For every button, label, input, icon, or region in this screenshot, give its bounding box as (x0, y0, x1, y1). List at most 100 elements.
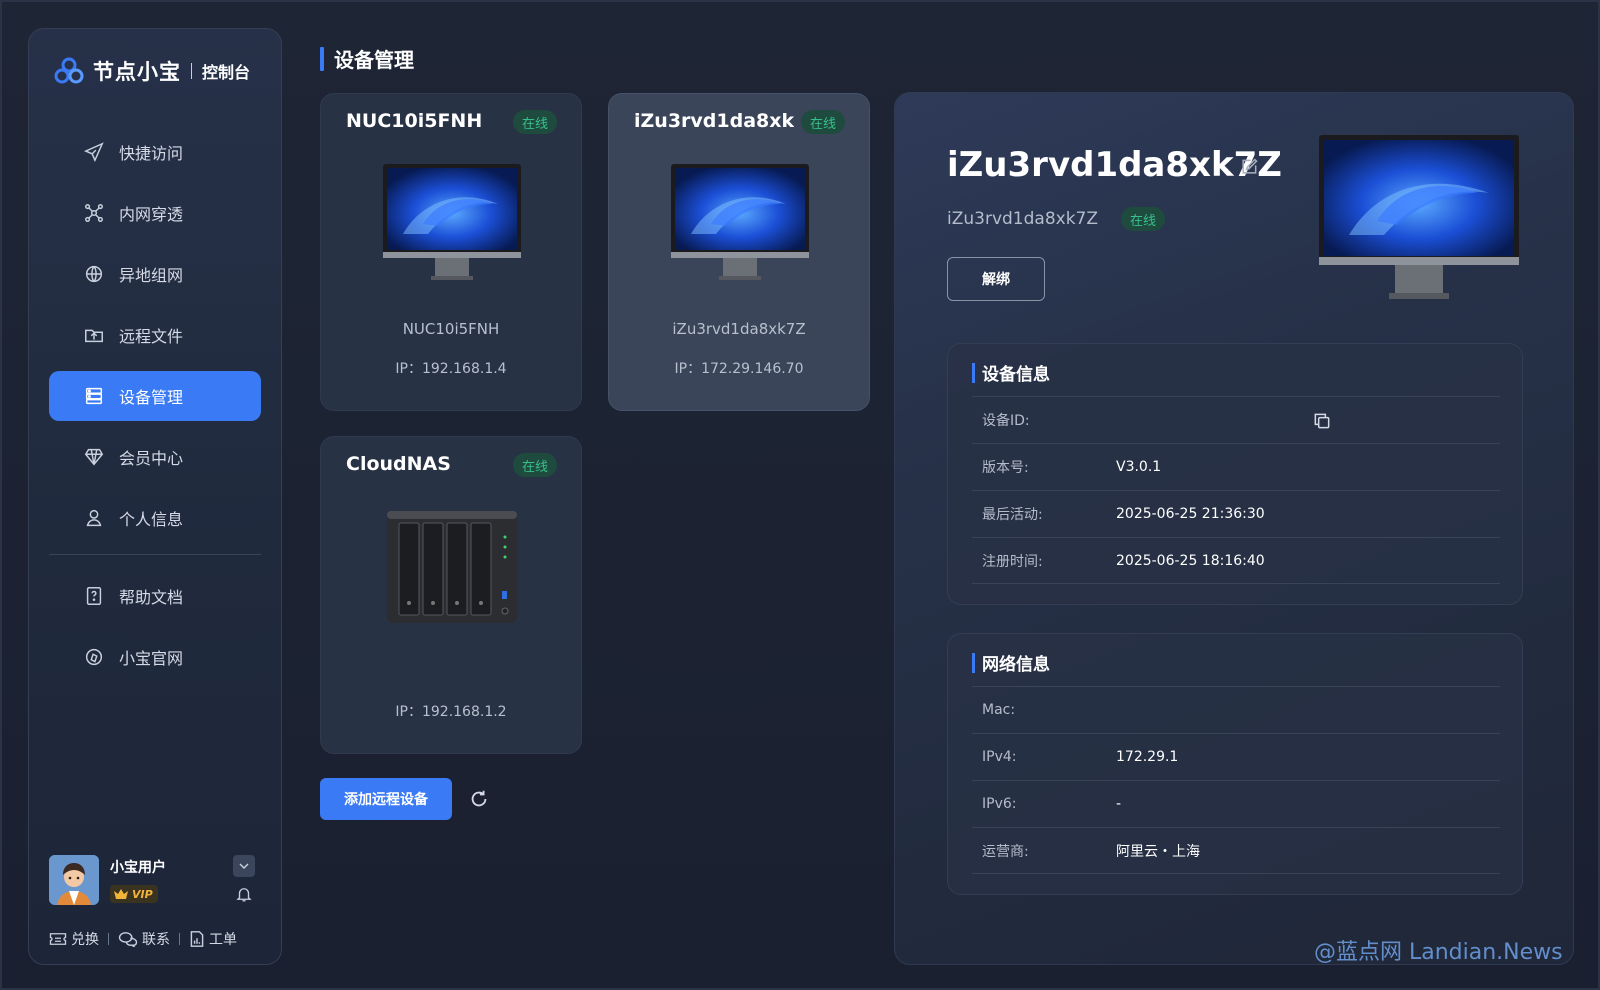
bell-icon[interactable] (235, 885, 253, 903)
section-accent-bar (972, 362, 975, 383)
sidebar-item-quick-access[interactable]: 快捷访问 (49, 127, 261, 177)
info-row: IPv6: - (972, 780, 1500, 827)
device-hostname: iZu3rvd1da8xk7Z (672, 320, 806, 338)
watermark: @蓝点网 Landian.News (1314, 940, 1563, 965)
info-label: 设备ID: (982, 413, 1030, 429)
globe-icon (85, 265, 103, 283)
device-ip: IP：192.168.1.2 (395, 704, 507, 720)
nas-icon (387, 511, 517, 623)
sidebar: 节点小宝 控制台 快捷访问 内网穿透 异地组网 远程文件 设备管理 会员中心 个… (28, 28, 282, 965)
crown-icon (114, 889, 128, 899)
contact-label: 联系 (142, 932, 170, 948)
ticket-label: 工单 (209, 932, 237, 948)
device-card[interactable]: CloudNAS 在线 IP：192.168.1.2 (320, 436, 582, 754)
sidebar-item-label: 内网穿透 (119, 205, 184, 224)
edit-icon[interactable] (1239, 157, 1259, 177)
sidebar-footer: 兑换 联系 工单 (49, 929, 269, 949)
info-list: 设备ID: 版本号: V3.0.1 最后活动: 2025-06-25 21:36… (972, 396, 1500, 584)
sidebar-item-membership[interactable]: 会员中心 (49, 432, 261, 482)
ticket-icon (49, 933, 67, 945)
monitor-icon (1319, 135, 1519, 299)
unbind-button[interactable]: 解绑 (947, 257, 1045, 301)
logo-icon (54, 57, 84, 84)
info-row: IPv4: 172.29.1 (972, 733, 1500, 780)
info-label: IPv6: (982, 796, 1017, 812)
logo-divider (191, 63, 192, 79)
sidebar-item-help-docs[interactable]: 帮助文档 (49, 571, 261, 621)
footer-divider (108, 933, 109, 945)
redeem-link[interactable]: 兑换 (49, 929, 99, 949)
contact-link[interactable]: 联系 (118, 929, 170, 949)
user-name: 小宝用户 (110, 860, 166, 876)
sidebar-item-label: 帮助文档 (119, 588, 184, 607)
sidebar-item-label: 快捷访问 (119, 144, 184, 163)
info-row: 最后活动: 2025-06-25 21:36:30 (972, 490, 1500, 537)
sidebar-item-label: 小宝官网 (119, 649, 184, 668)
device-detail-subtitle: iZu3rvd1da8xk7Z (947, 209, 1099, 229)
info-label: 版本号: (982, 460, 1029, 476)
app-subtitle: 控制台 (202, 63, 251, 82)
help-doc-icon (86, 587, 102, 605)
diamond-icon (84, 448, 104, 466)
avatar-image (49, 855, 99, 905)
status-badge: 在线 (512, 110, 557, 134)
device-name: CloudNAS (346, 453, 451, 475)
sidebar-item-label: 会员中心 (119, 449, 184, 468)
device-hostname: NUC10i5FNH (402, 320, 500, 338)
folder-upload-icon (85, 329, 103, 343)
footer-divider (179, 933, 180, 945)
copy-icon[interactable] (1312, 411, 1332, 431)
sidebar-item-device-management[interactable]: 设备管理 (49, 371, 261, 421)
device-detail-panel: iZu3rvd1da8xk7Z iZu3rvd1da8xk7Z 在线 解绑 设备… (894, 92, 1574, 965)
section-title: 设备信息 (982, 365, 1050, 385)
server-icon (85, 387, 103, 405)
add-remote-device-button[interactable]: 添加远程设备 (320, 778, 452, 820)
send-icon (83, 142, 104, 163)
info-value: 172.29.1 (1116, 749, 1179, 765)
info-list: Mac: IPv4: 172.29.1 IPv6: - 运营商: 阿里云・上海 (972, 686, 1500, 874)
device-card[interactable]: NUC10i5FNH 在线 NUC10i5FNH IP：192.168.1.4 (320, 93, 582, 411)
info-value: 阿里云・上海 (1116, 843, 1200, 860)
user-icon (86, 509, 102, 527)
sidebar-item-profile[interactable]: 个人信息 (49, 493, 261, 543)
sidebar-item-remote-network[interactable]: 异地组网 (49, 249, 261, 299)
vip-label: VIP (132, 887, 153, 901)
network-icon (85, 204, 103, 222)
chevron-down-icon (239, 863, 249, 870)
info-value: V3.0.1 (1116, 459, 1162, 475)
app-name: 节点小宝 (93, 60, 181, 84)
section-header: 设备信息 (972, 360, 1050, 385)
device-ip: IP：192.168.1.4 (395, 361, 507, 377)
info-label: Mac: (982, 702, 1016, 718)
info-row: 注册时间: 2025-06-25 18:16:40 (972, 537, 1500, 584)
sidebar-nav: 快捷访问 内网穿透 异地组网 远程文件 设备管理 会员中心 个人信息 帮助文档 … (49, 127, 261, 693)
refresh-icon[interactable] (468, 788, 490, 810)
vip-badge: VIP (110, 885, 158, 903)
sidebar-item-label: 异地组网 (119, 266, 184, 285)
status-badge: 在线 (800, 110, 845, 134)
info-row: 版本号: V3.0.1 (972, 443, 1500, 490)
info-label: 运营商: (982, 843, 1029, 860)
monitor-icon (383, 164, 521, 280)
section-title: 网络信息 (982, 655, 1050, 675)
section-accent-bar (972, 652, 975, 673)
info-value: - (1116, 796, 1122, 812)
info-row: 运营商: 阿里云・上海 (972, 827, 1500, 874)
sidebar-item-label: 设备管理 (119, 388, 184, 407)
user-menu-toggle[interactable] (233, 855, 255, 877)
compass-icon (85, 648, 103, 666)
avatar[interactable] (49, 855, 99, 905)
page-header: 设备管理 (320, 44, 414, 73)
ticket-link[interactable]: 工单 (189, 929, 237, 949)
device-info-section: 设备信息 设备ID: 版本号: V3.0.1 最后活动: 2025-06-25 … (947, 343, 1523, 605)
sidebar-divider (49, 554, 261, 555)
info-row: Mac: (972, 686, 1500, 733)
app-logo: 节点小宝 控制台 (53, 53, 250, 89)
device-name: NUC10i5FNH (346, 110, 483, 132)
sidebar-item-official-site[interactable]: 小宝官网 (49, 632, 261, 682)
sidebar-item-intranet[interactable]: 内网穿透 (49, 188, 261, 238)
network-info-section: 网络信息 Mac: IPv4: 172.29.1 IPv6: - 运营商: 阿里… (947, 633, 1523, 895)
device-card[interactable]: iZu3rvd1da8xk··· 在线 iZu3rvd1da8xk7Z IP：1… (608, 93, 870, 411)
info-value: 2025-06-25 21:36:30 (1116, 506, 1265, 522)
sidebar-item-remote-files[interactable]: 远程文件 (49, 310, 261, 360)
